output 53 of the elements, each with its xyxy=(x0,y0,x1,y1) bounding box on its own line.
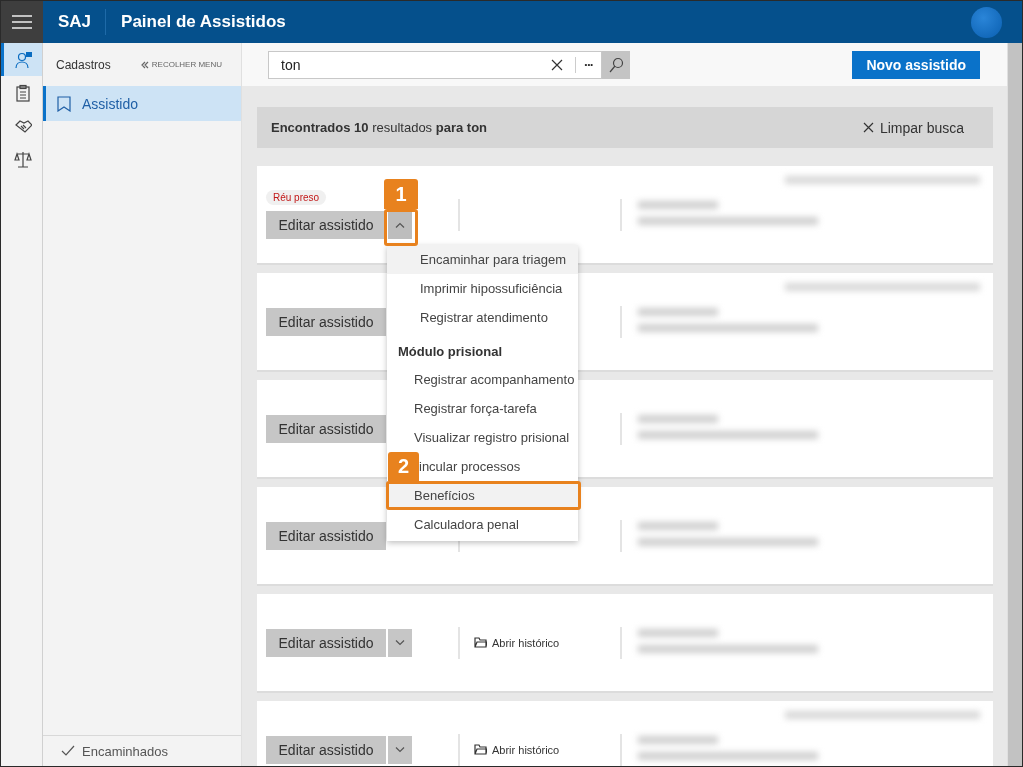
search-field[interactable]: ton ••• xyxy=(268,50,602,79)
history-link[interactable]: Abrir histórico xyxy=(474,743,620,756)
sidebar-item[interactable]: Assistido xyxy=(43,86,241,121)
dropdown-button[interactable] xyxy=(388,735,412,764)
chevron-down-icon xyxy=(395,639,405,646)
scales-icon xyxy=(14,149,32,168)
search-button[interactable] xyxy=(602,50,630,79)
menu-item[interactable]: Calculadora penal xyxy=(387,510,578,539)
rail-button[interactable] xyxy=(1,43,42,76)
clear-icon xyxy=(550,58,563,71)
search-icon xyxy=(608,56,624,73)
edit-button[interactable]: Editar assistido xyxy=(266,735,386,764)
menu-item[interactable]: Visualizar registro prisional xyxy=(387,423,578,452)
page-title: Painel de Assistidos xyxy=(120,12,286,32)
menu-item[interactable]: Encaminhar para triagem xyxy=(387,245,578,274)
more-options-button[interactable]: ••• xyxy=(584,60,593,69)
dropdown-button[interactable] xyxy=(388,211,412,239)
close-icon xyxy=(862,122,874,133)
menu-item[interactable]: Registrar atendimento xyxy=(387,303,578,332)
dropdown-button[interactable] xyxy=(388,628,412,657)
edit-button[interactable]: Editar assistido xyxy=(266,628,386,657)
clipboard-icon xyxy=(14,83,32,102)
edit-button[interactable]: Editar assistido xyxy=(266,211,386,239)
menu-item[interactable]: Registrar força-tarefa xyxy=(387,394,578,423)
edit-button[interactable]: Editar assistido xyxy=(266,414,386,443)
edit-button[interactable]: Editar assistido xyxy=(266,307,386,336)
chevron-down-icon xyxy=(395,746,405,753)
chevron-up-icon xyxy=(395,222,405,228)
menu-group-header: Módulo prisional xyxy=(397,343,503,361)
menu-icon xyxy=(12,15,32,29)
menu-item[interactable]: Imprimir hipossuficiência xyxy=(387,274,578,303)
callout-number: 2 xyxy=(388,452,419,481)
collapse-menu-link[interactable]: RECOLHER MENU xyxy=(140,60,222,69)
folder-icon xyxy=(474,637,487,648)
history-link[interactable]: Abrir histórico xyxy=(474,636,620,649)
sidebar-footer-link[interactable]: Encaminhados xyxy=(43,735,241,766)
sidebar-title: Cadastros xyxy=(56,57,111,72)
menu-item[interactable]: Registrar acompanhamento xyxy=(387,365,578,394)
person-icon xyxy=(14,50,32,69)
brand-name: SAJ xyxy=(43,9,107,35)
check-icon xyxy=(61,745,75,757)
bookmark-icon xyxy=(57,95,71,112)
results-summary: Encontrados 10 resultados para ton xyxy=(271,120,488,135)
folder-icon xyxy=(474,744,487,755)
menu-button[interactable] xyxy=(1,1,43,43)
status-badge: Réu preso xyxy=(266,190,327,205)
clear-search-link[interactable]: Limpar busca xyxy=(862,119,964,136)
new-button[interactable]: Novo assistido xyxy=(852,50,980,79)
scrollbar[interactable] xyxy=(1007,43,1022,766)
edit-button[interactable]: Editar assistido xyxy=(266,521,386,550)
double-chevron-icon xyxy=(140,60,149,69)
callout-number: 1 xyxy=(384,179,418,209)
menu-item[interactable]: incular processos xyxy=(419,452,578,481)
